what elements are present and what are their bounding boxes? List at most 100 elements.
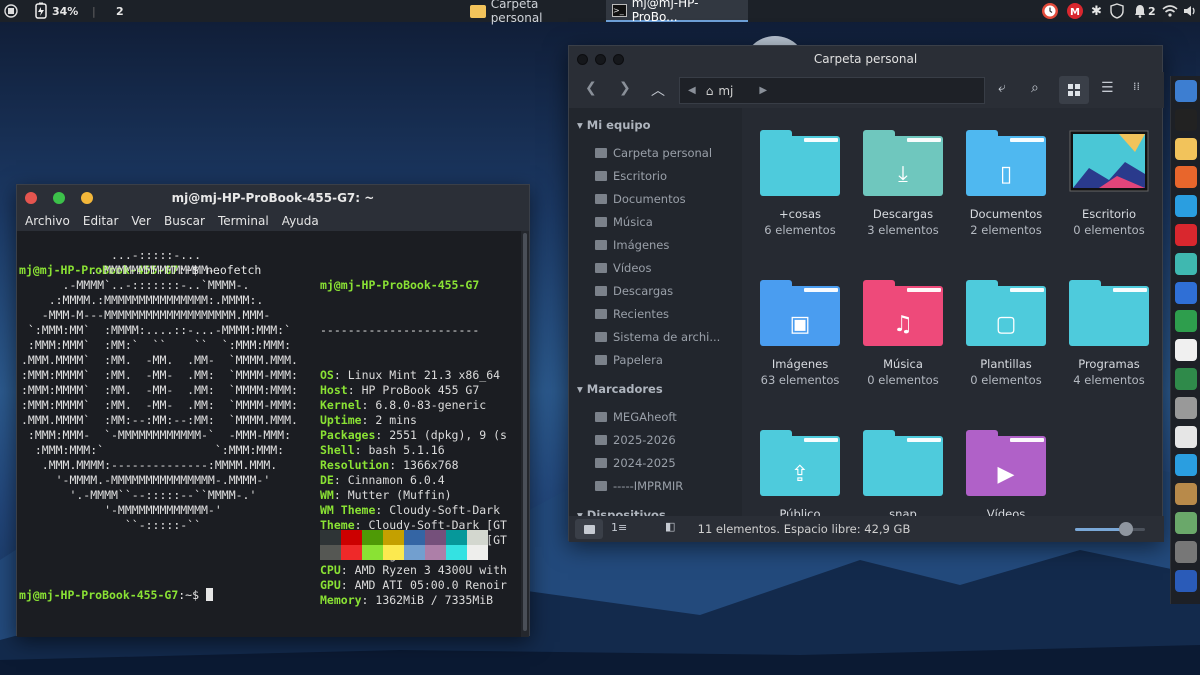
sidebar-item[interactable]: 2024-2025 <box>595 456 676 470</box>
file-grid[interactable]: +cosas 6 elementos ⤓ Descargas 3 elementos ▯ D… <box>742 108 1162 516</box>
files-icon[interactable] <box>1175 137 1197 160</box>
back-icon[interactable]: ❮ <box>585 80 597 96</box>
image-viewer-icon[interactable] <box>1175 512 1197 534</box>
sidebar-item[interactable]: Descargas <box>595 284 673 298</box>
folder-item[interactable]: ⇪ Público <box>750 430 850 516</box>
chevron-left-icon[interactable]: ◀ <box>688 85 696 96</box>
sidebar-item[interactable]: Carpeta personal <box>595 146 712 160</box>
zoom-slider-handle[interactable] <box>1119 522 1133 536</box>
chevron-down-icon[interactable]: ▾ <box>577 118 587 132</box>
info-key: Uptime <box>320 413 362 427</box>
menu-terminal[interactable]: Terminal <box>218 214 269 228</box>
grid-app-icon[interactable] <box>1175 454 1197 477</box>
forward-icon[interactable]: ❯ <box>619 80 631 96</box>
menu-icon[interactable] <box>4 0 18 22</box>
folder-item[interactable]: Escritorio 0 elementos <box>1059 130 1159 238</box>
folder-item[interactable]: ♫ Música 0 elementos <box>853 280 953 388</box>
sidebar-item[interactable]: MEGAheoft <box>595 410 677 424</box>
bitwarden-icon[interactable] <box>1175 569 1197 592</box>
terminal-output[interactable]: mj@mj-HP-ProBook-455-G7:~$ neofetch ...-… <box>17 231 523 637</box>
folder-icon <box>595 458 607 468</box>
up-icon[interactable]: ︿ <box>651 80 665 100</box>
sheets-icon[interactable] <box>1175 310 1197 333</box>
info-lines: OS: Linux Mint 21.3 x86_64 Host: HP ProBo… <box>320 368 507 608</box>
monitor-icon[interactable] <box>1175 80 1197 102</box>
sidebar-section-header[interactable]: ▾ Dispositivos <box>577 508 666 516</box>
chevron-right-icon[interactable]: ▶ <box>759 85 767 96</box>
task-terminal[interactable]: >_ mj@mj-HP-ProBo... <box>606 0 748 24</box>
file-manager-titlebar[interactable]: Carpeta personal <box>569 46 1162 72</box>
volume-icon[interactable] <box>1183 0 1197 22</box>
sidebar-section-header[interactable]: ▾ Marcadores <box>577 382 663 396</box>
sidebar-item[interactable]: Documentos <box>595 192 686 206</box>
shield-icon[interactable] <box>1110 0 1124 22</box>
right-dock <box>1170 76 1200 604</box>
folder-item[interactable]: ▢ Plantillas 0 elementos <box>956 280 1056 388</box>
search-icon[interactable]: ⌕ <box>1031 80 1039 96</box>
compact-view-icon[interactable]: ⁞⁞ <box>1133 80 1140 93</box>
file-manager-window[interactable]: Carpeta personal ❮ ❯ ︿ ◀ ⌂ mj ▶ ⤶ ⌕ ☰ ⁞⁞… <box>568 45 1164 542</box>
location-bar[interactable]: ◀ ⌂ mj ▶ <box>679 77 985 104</box>
menu-ver[interactable]: Ver <box>131 214 151 228</box>
sidebar-item-label: Documentos <box>613 192 686 206</box>
menu-ayuda[interactable]: Ayuda <box>282 214 319 228</box>
bluetooth-icon[interactable]: ✱ <box>1091 0 1102 22</box>
path-toggle-icon[interactable]: ⤶ <box>998 80 1006 96</box>
terminal-icon[interactable] <box>1175 108 1197 131</box>
menu-editar[interactable]: Editar <box>83 214 119 228</box>
terminal-scrollbar[interactable] <box>521 231 529 637</box>
sidebar-item[interactable]: Recientes <box>595 307 669 321</box>
menu-buscar[interactable]: Buscar <box>164 214 205 228</box>
icon-view-button[interactable] <box>1059 76 1089 104</box>
box-icon[interactable] <box>1175 540 1197 563</box>
archive-icon[interactable] <box>1175 483 1197 506</box>
info-colon: : <box>361 593 376 607</box>
opera-icon[interactable] <box>1175 224 1197 246</box>
folder-item[interactable]: ▯ Documentos 2 elementos <box>956 130 1056 238</box>
color-swatch <box>425 545 446 560</box>
chevron-down-icon[interactable]: ▾ <box>577 508 587 516</box>
folder-item[interactable]: snap <box>853 430 953 516</box>
location-label[interactable]: mj <box>718 84 733 98</box>
screenshot-icon[interactable] <box>1175 396 1197 419</box>
sidebar-item[interactable]: -----IMPRMIR <box>595 479 683 493</box>
task-file-manager[interactable]: Carpeta personal <box>464 0 598 25</box>
logo-line: ``-:::::-`` <box>21 518 202 532</box>
sidebar-item[interactable]: Papelera <box>595 353 663 367</box>
folder-item[interactable]: ▶ Vídeos <box>956 430 1056 516</box>
workspace-indicator[interactable]: 2 <box>116 0 124 22</box>
telegram-icon[interactable] <box>1175 195 1197 218</box>
folder-item[interactable]: +cosas 6 elementos <box>750 130 850 238</box>
wifi-icon[interactable] <box>1162 0 1178 22</box>
minimize-icon[interactable] <box>81 192 93 204</box>
notifications-icon[interactable] <box>1134 0 1146 22</box>
sidebar-section-header[interactable]: ▾ Mi equipo <box>577 118 650 132</box>
sidebar-item[interactable]: Imágenes <box>595 238 669 252</box>
folder-item[interactable]: ▣ Imágenes 63 elementos <box>750 280 850 388</box>
calendar-icon[interactable] <box>1175 425 1197 448</box>
docs-icon[interactable] <box>1175 281 1197 304</box>
battery-icon[interactable] <box>32 0 50 22</box>
info-row: GPU: AMD ATI 05:00.0 Renoir <box>320 578 507 593</box>
sidebar-item[interactable]: Música <box>595 215 653 229</box>
sidebar-item[interactable]: Sistema de archi... <box>595 330 720 344</box>
book-icon[interactable] <box>1175 368 1197 390</box>
maximize-icon[interactable] <box>53 192 65 204</box>
sidebar-item[interactable]: Vídeos <box>595 261 651 275</box>
close-icon[interactable] <box>25 192 37 204</box>
scrollbar-thumb[interactable] <box>523 233 527 631</box>
editor-icon[interactable] <box>1175 339 1197 362</box>
clock-icon[interactable] <box>1041 0 1059 22</box>
mega-icon[interactable]: M <box>1066 0 1084 22</box>
chevron-down-icon[interactable]: ▾ <box>577 382 587 396</box>
terminal-window[interactable]: mj@mj-HP-ProBook-455-G7: ~ Archivo Edita… <box>16 184 530 637</box>
folder-item[interactable]: ⤓ Descargas 3 elementos <box>853 130 953 238</box>
mail-icon[interactable] <box>1175 252 1197 275</box>
menu-archivo[interactable]: Archivo <box>25 214 70 228</box>
list-view-icon[interactable]: ☰ <box>1101 80 1114 96</box>
sidebar-item[interactable]: 2025-2026 <box>595 433 676 447</box>
folder-item[interactable]: Programas 4 elementos <box>1059 280 1159 388</box>
terminal-titlebar[interactable]: mj@mj-HP-ProBook-455-G7: ~ <box>17 185 529 211</box>
firefox-icon[interactable] <box>1175 166 1197 189</box>
sidebar-item[interactable]: Escritorio <box>595 169 667 183</box>
